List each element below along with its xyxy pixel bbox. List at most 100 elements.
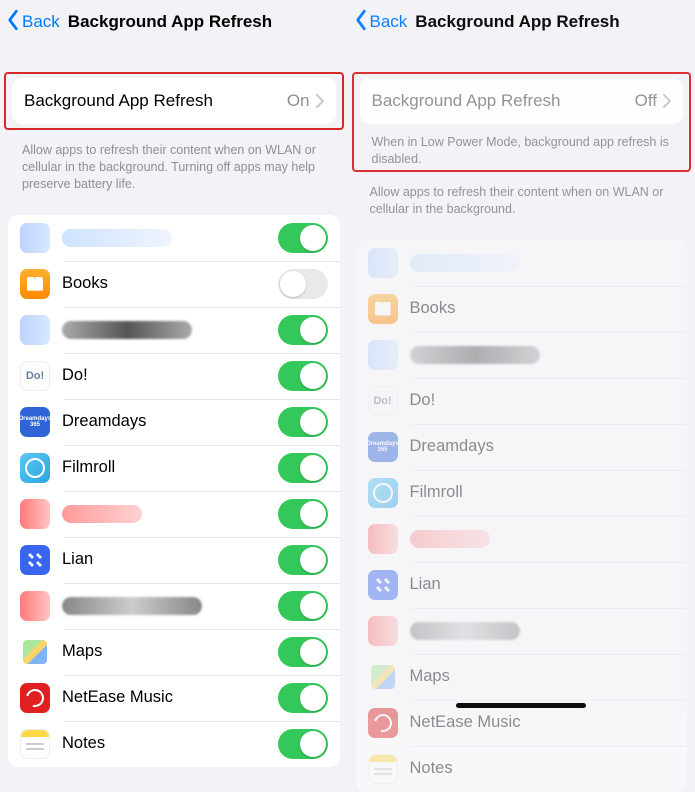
app-name-label: Books <box>62 274 278 293</box>
app-name-redacted <box>410 254 520 272</box>
app-row-filmroll: Filmroll <box>356 470 688 516</box>
settings-panel-left: Back Background App Refresh Background A… <box>0 0 348 718</box>
app-toggle[interactable] <box>278 637 328 667</box>
app-list: Books Do! Do! Dreamdays365 Dreamdays Fil… <box>8 215 340 767</box>
netease-icon <box>368 708 398 738</box>
filmroll-icon <box>368 478 398 508</box>
app-name-redacted <box>62 505 142 523</box>
app-name-label: Maps <box>62 642 278 661</box>
app-icon-redacted <box>20 499 50 529</box>
notes-icon <box>20 729 50 759</box>
app-row-do: Do! Do! <box>356 378 688 424</box>
app-row <box>8 583 340 629</box>
app-name-label: Dreamdays <box>410 437 676 456</box>
chevron-right-icon <box>316 94 324 108</box>
app-row-notes: Notes <box>8 721 340 767</box>
back-button[interactable]: Back <box>6 9 60 36</box>
settings-panel-right: Back Background App Refresh Background A… <box>348 0 695 718</box>
setting-description: Allow apps to refresh their content when… <box>348 178 695 226</box>
do-icon: Do! <box>20 361 50 391</box>
app-toggle[interactable] <box>278 407 328 437</box>
books-icon <box>20 269 50 299</box>
app-icon-redacted <box>368 340 398 370</box>
app-name-redacted <box>410 530 490 548</box>
app-row <box>356 332 688 378</box>
back-button[interactable]: Back <box>354 9 408 36</box>
app-row-netease: NetEase Music <box>8 675 340 721</box>
app-name-label: NetEase Music <box>410 713 676 732</box>
app-row-notes: Notes <box>356 746 688 792</box>
back-label: Back <box>370 12 408 32</box>
app-toggle[interactable] <box>278 545 328 575</box>
app-toggle[interactable] <box>278 499 328 529</box>
app-row <box>356 608 688 654</box>
app-list: Books Do! Do! Dreamdays365 Dreamdays Fil… <box>356 240 688 792</box>
app-row <box>8 215 340 261</box>
master-setting-value: Off <box>635 91 657 111</box>
master-setting-row[interactable]: Background App Refresh On <box>12 78 336 124</box>
app-name-label: Do! <box>62 366 278 385</box>
app-toggle[interactable] <box>278 269 328 299</box>
setting-description: Allow apps to refresh their content when… <box>0 136 348 201</box>
app-name-label: Do! <box>410 391 676 410</box>
books-icon <box>368 294 398 324</box>
app-toggle[interactable] <box>278 361 328 391</box>
home-indicator <box>456 703 586 708</box>
app-toggle[interactable] <box>278 591 328 621</box>
app-row-dreamdays: Dreamdays365 Dreamdays <box>8 399 340 445</box>
page-title: Background App Refresh <box>415 12 619 32</box>
dreamdays-icon: Dreamdays365 <box>368 432 398 462</box>
app-row-lian: Lian <box>356 562 688 608</box>
highlight-annotation: Background App Refresh Off When in Low P… <box>352 72 692 172</box>
app-toggle[interactable] <box>278 683 328 713</box>
app-row-dreamdays: Dreamdays365 Dreamdays <box>356 424 688 470</box>
master-setting-label: Background App Refresh <box>24 91 213 111</box>
do-icon: Do! <box>368 386 398 416</box>
app-icon-redacted <box>20 223 50 253</box>
app-name-redacted <box>62 321 192 339</box>
highlight-annotation: Background App Refresh On <box>4 72 344 130</box>
app-row <box>8 307 340 353</box>
dreamdays-icon: Dreamdays365 <box>20 407 50 437</box>
app-row-filmroll: Filmroll <box>8 445 340 491</box>
app-icon-redacted <box>368 616 398 646</box>
app-row-maps: Maps <box>356 654 688 700</box>
app-name-label: Books <box>410 299 676 318</box>
app-name-label: NetEase Music <box>62 688 278 707</box>
chevron-right-icon <box>663 94 671 108</box>
app-row-books: Books <box>8 261 340 307</box>
app-name-label: Filmroll <box>62 458 278 477</box>
app-name-label: Dreamdays <box>62 412 278 431</box>
app-toggle[interactable] <box>278 729 328 759</box>
maps-icon <box>20 637 50 667</box>
lian-icon <box>20 545 50 575</box>
chevron-left-icon <box>6 9 20 36</box>
app-name-redacted <box>410 622 520 640</box>
app-name-label: Lian <box>62 550 278 569</box>
page-title: Background App Refresh <box>68 12 272 32</box>
app-toggle[interactable] <box>278 453 328 483</box>
app-name-label: Maps <box>410 667 676 686</box>
app-name-label: Lian <box>410 575 676 594</box>
app-row-lian: Lian <box>8 537 340 583</box>
app-name-redacted <box>62 229 172 247</box>
app-toggle[interactable] <box>278 223 328 253</box>
nav-bar: Back Background App Refresh <box>0 0 348 44</box>
netease-icon <box>20 683 50 713</box>
app-name-label: Notes <box>62 734 278 753</box>
master-setting-label: Background App Refresh <box>372 91 561 111</box>
app-row <box>356 240 688 286</box>
low-power-mode-note: When in Low Power Mode, background app r… <box>354 128 690 170</box>
app-row-maps: Maps <box>8 629 340 675</box>
filmroll-icon <box>20 453 50 483</box>
master-setting-value: On <box>287 91 310 111</box>
app-toggle[interactable] <box>278 315 328 345</box>
app-icon-redacted <box>368 248 398 278</box>
master-setting-row[interactable]: Background App Refresh Off <box>360 78 684 124</box>
app-row-do: Do! Do! <box>8 353 340 399</box>
nav-bar: Back Background App Refresh <box>348 0 695 44</box>
app-name-redacted <box>410 346 540 364</box>
app-row <box>356 516 688 562</box>
app-name-label: Notes <box>410 759 676 778</box>
app-row <box>8 491 340 537</box>
